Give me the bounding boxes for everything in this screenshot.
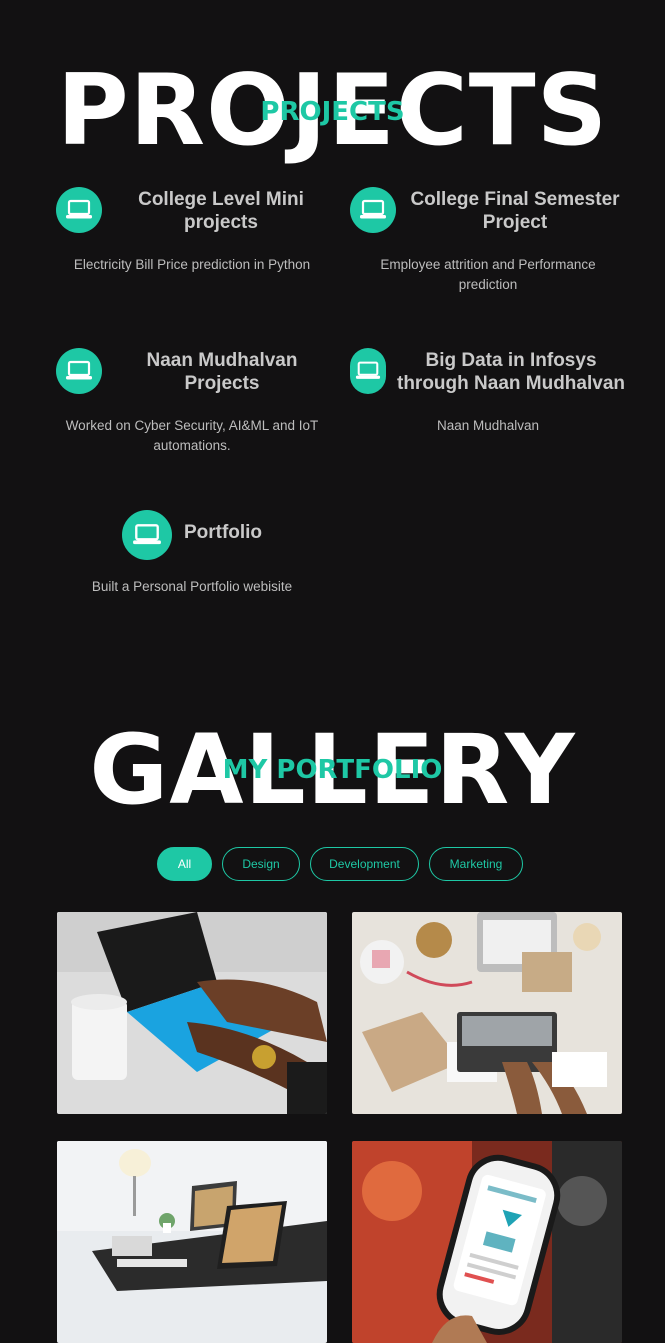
project-title: Big Data in Infosys through Naan Mudhalv… [397,350,625,394]
laptop-icon [56,348,102,394]
portfolio-filter-bar: All Design Development Marketing [0,847,665,883]
project-description: Naan Mudhalvan [436,418,540,433]
projects-overlay-title: PROJECTS [260,97,405,127]
laptop-icon [56,187,102,233]
gallery-image-workspace[interactable] [57,1141,327,1343]
laptop-icon [350,348,386,394]
filter-marketing-button[interactable]: Marketing [429,847,523,881]
project-title: College Level Mini projects [138,189,304,233]
laptop-icon [350,187,396,233]
project-description: Worked on Cyber Security, AI&ML and IoT … [65,418,319,453]
project-description: Electricity Bill Price prediction in Pyt… [73,257,311,272]
project-title: College Final Semester Project [410,189,620,233]
filter-development-button[interactable]: Development [310,847,419,881]
gallery-overlay-title: MY PORTFOLIO [222,755,443,785]
project-title: Portfolio [183,522,263,543]
project-description: Employee attrition and Performance predi… [380,257,596,292]
filter-design-button[interactable]: Design [222,847,300,881]
gallery-image-desk-flatlay[interactable] [352,912,622,1114]
project-title: Naan Mudhalvan Projects [146,350,298,394]
gallery-image-handheld-device[interactable] [352,1141,622,1343]
gallery-image-laptop-typing[interactable] [57,912,327,1114]
filter-all-button[interactable]: All [157,847,212,881]
laptop-icon [122,510,172,560]
project-description: Built a Personal Portfolio webisite [91,579,293,594]
